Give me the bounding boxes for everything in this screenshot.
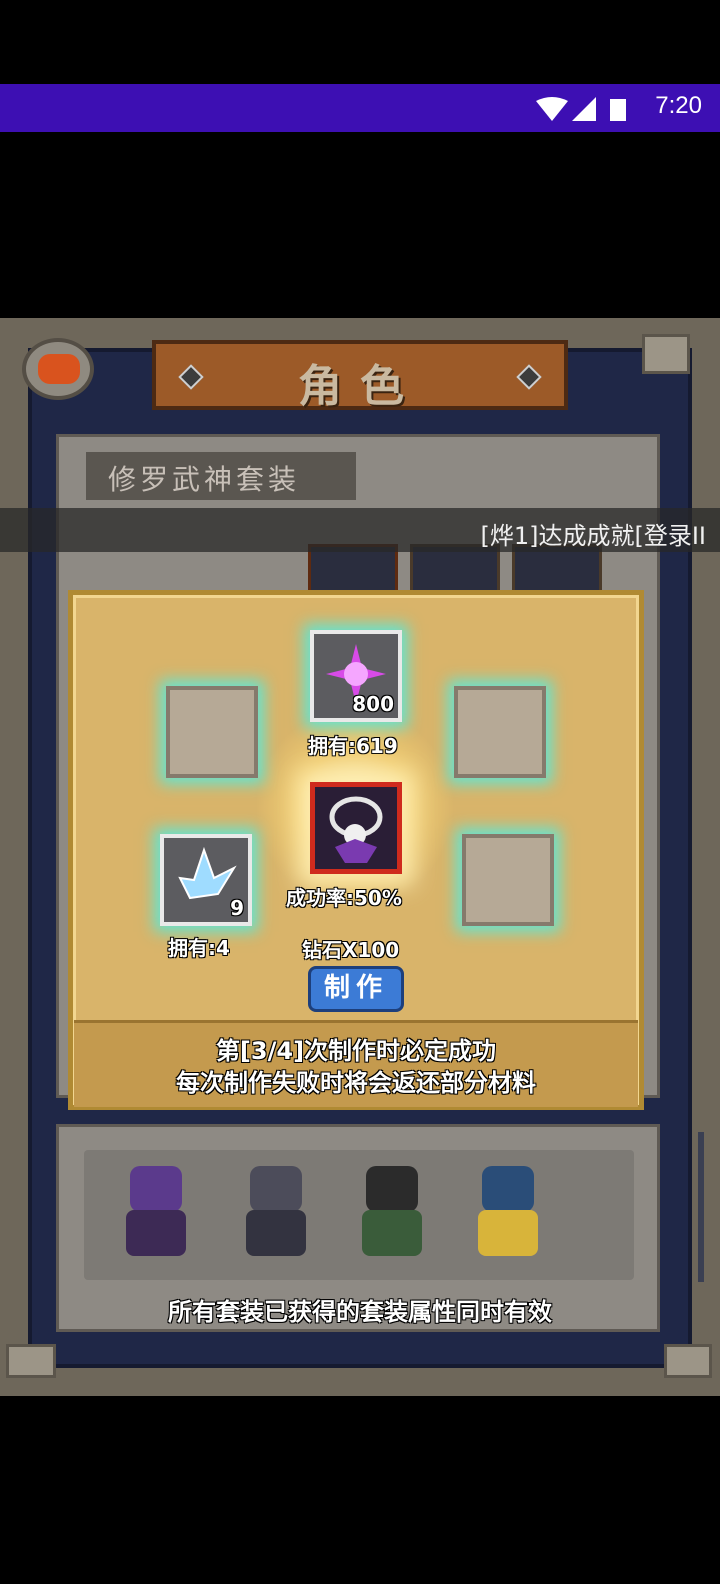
material-slot-left[interactable]: 9 — [160, 834, 252, 926]
character-purple-samurai[interactable] — [120, 1166, 192, 1262]
status-icons — [536, 97, 626, 121]
craft-info: 第[3/4]次制作时必定成功 每次制作失败时将会返还部分材料 — [74, 1020, 638, 1107]
signal-icon — [572, 97, 596, 121]
character-cowboy-hat[interactable] — [356, 1166, 428, 1262]
wifi-icon — [536, 97, 568, 121]
result-slot[interactable] — [310, 782, 402, 874]
character-hooded-ninja[interactable] — [240, 1166, 312, 1262]
scrollbar[interactable] — [698, 1132, 704, 1282]
material-slot-top[interactable]: 800 — [310, 630, 402, 722]
owned-label-top: 拥有:619 — [308, 734, 398, 758]
craft-button[interactable]: 制作 — [308, 966, 404, 1012]
battery-icon — [610, 99, 626, 121]
success-rate: 成功率:50% — [286, 886, 402, 910]
craft-info-line-2: 每次制作失败时将会返还部分材料 — [176, 1069, 536, 1097]
set-name-box: 修罗武神套装 — [86, 452, 356, 500]
empty-slot-upper-right[interactable] — [454, 686, 546, 778]
corner-rock-bottom-left — [6, 1344, 56, 1378]
skull-necklace-icon — [329, 796, 383, 863]
footer-note: 所有套装已获得的套装属性同时有效 — [168, 1298, 552, 1326]
slot-count: 800 — [352, 692, 394, 716]
character-horned-knight[interactable] — [472, 1166, 544, 1262]
back-button[interactable] — [22, 338, 94, 400]
empty-slot-upper-left[interactable] — [166, 686, 258, 778]
cost-label: 钻石X100 — [302, 938, 400, 962]
back-arrow-icon — [38, 354, 80, 384]
empty-slot-lower-right[interactable] — [462, 834, 554, 926]
craft-info-line-1: 第[3/4]次制作时必定成功 — [215, 1037, 497, 1065]
page-title: 角色 — [298, 361, 422, 412]
notice-text: [烨1]达成成就[登录II — [480, 522, 706, 550]
corner-rock-top-right — [642, 334, 690, 374]
corner-rock-bottom-right — [664, 1344, 712, 1378]
set-name: 修罗武神套装 — [108, 463, 301, 496]
slot-count: 9 — [230, 896, 244, 920]
clock: 7:20 — [655, 92, 702, 119]
status-bar: 7:20 — [0, 84, 720, 132]
notice-bar: [烨1]达成成就[登录II — [0, 508, 720, 552]
title-banner: 角色 — [152, 340, 568, 412]
owned-label-left: 拥有:4 — [168, 936, 230, 960]
